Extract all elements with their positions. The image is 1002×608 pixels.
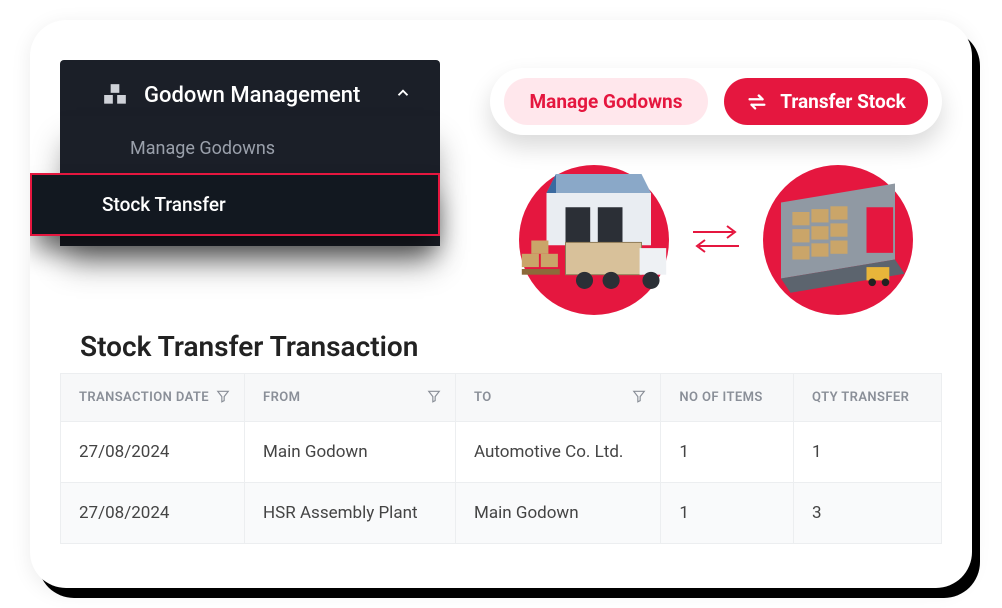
transfer-stock-button[interactable]: Transfer Stock: [724, 78, 928, 125]
cell-items: 1: [661, 483, 794, 544]
cell-date: 27/08/2024: [61, 422, 245, 483]
sidebar-title: Godown Management: [144, 83, 378, 108]
sidebar-item-label: Manage Godowns: [130, 138, 275, 159]
sidebar-item-label: Stock Transfer: [102, 193, 226, 216]
sidebar: Godown Management Manage Godowns Stock T…: [30, 60, 440, 246]
section-title: Stock Transfer Transaction: [60, 330, 942, 373]
filter-icon[interactable]: [632, 389, 646, 407]
warehouse-from-image: [519, 165, 669, 315]
sidebar-header[interactable]: Godown Management: [60, 60, 440, 116]
col-header-qty[interactable]: QTY TRANSFER: [793, 374, 941, 422]
col-header-items[interactable]: NO OF ITEMS: [661, 374, 794, 422]
cell-from: HSR Assembly Plant: [245, 483, 456, 544]
button-label: Transfer Stock: [780, 90, 906, 113]
cell-to: Automotive Co. Ltd.: [456, 422, 661, 483]
cell-from: Main Godown: [245, 422, 456, 483]
button-label: Manage Godowns: [530, 90, 683, 113]
cell-to: Main Godown: [456, 483, 661, 544]
swap-icon: [746, 91, 768, 113]
double-arrow-icon: [689, 218, 743, 262]
action-pillbar: Manage Godowns Transfer Stock: [490, 68, 942, 135]
col-header-date[interactable]: TRANSACTION DATE: [61, 374, 245, 422]
sidebar-item-manage-godowns[interactable]: Manage Godowns: [60, 124, 440, 173]
app-card: Godown Management Manage Godowns Stock T…: [30, 20, 972, 588]
transfer-illustration: [510, 160, 922, 320]
sidebar-body: Manage Godowns Stock Transfer: [60, 116, 440, 246]
cell-items: 1: [661, 422, 794, 483]
sidebar-item-stock-transfer[interactable]: Stock Transfer: [30, 173, 440, 236]
transactions-table: TRANSACTION DATE FROM TO: [60, 373, 942, 544]
warehouse-to-image: [763, 165, 913, 315]
manage-godowns-button[interactable]: Manage Godowns: [504, 78, 708, 125]
boxes-icon: [102, 82, 128, 108]
cell-qty: 1: [793, 422, 941, 483]
cell-qty: 3: [793, 483, 941, 544]
table-row[interactable]: 27/08/2024 Main Godown Automotive Co. Lt…: [61, 422, 942, 483]
table-row[interactable]: 27/08/2024 HSR Assembly Plant Main Godow…: [61, 483, 942, 544]
filter-icon[interactable]: [427, 389, 441, 407]
chevron-up-icon: [394, 84, 412, 106]
filter-icon[interactable]: [216, 389, 230, 407]
transactions-section: Stock Transfer Transaction TRANSACTION D…: [60, 330, 942, 588]
cell-date: 27/08/2024: [61, 483, 245, 544]
col-header-to[interactable]: TO: [456, 374, 661, 422]
col-header-from[interactable]: FROM: [245, 374, 456, 422]
